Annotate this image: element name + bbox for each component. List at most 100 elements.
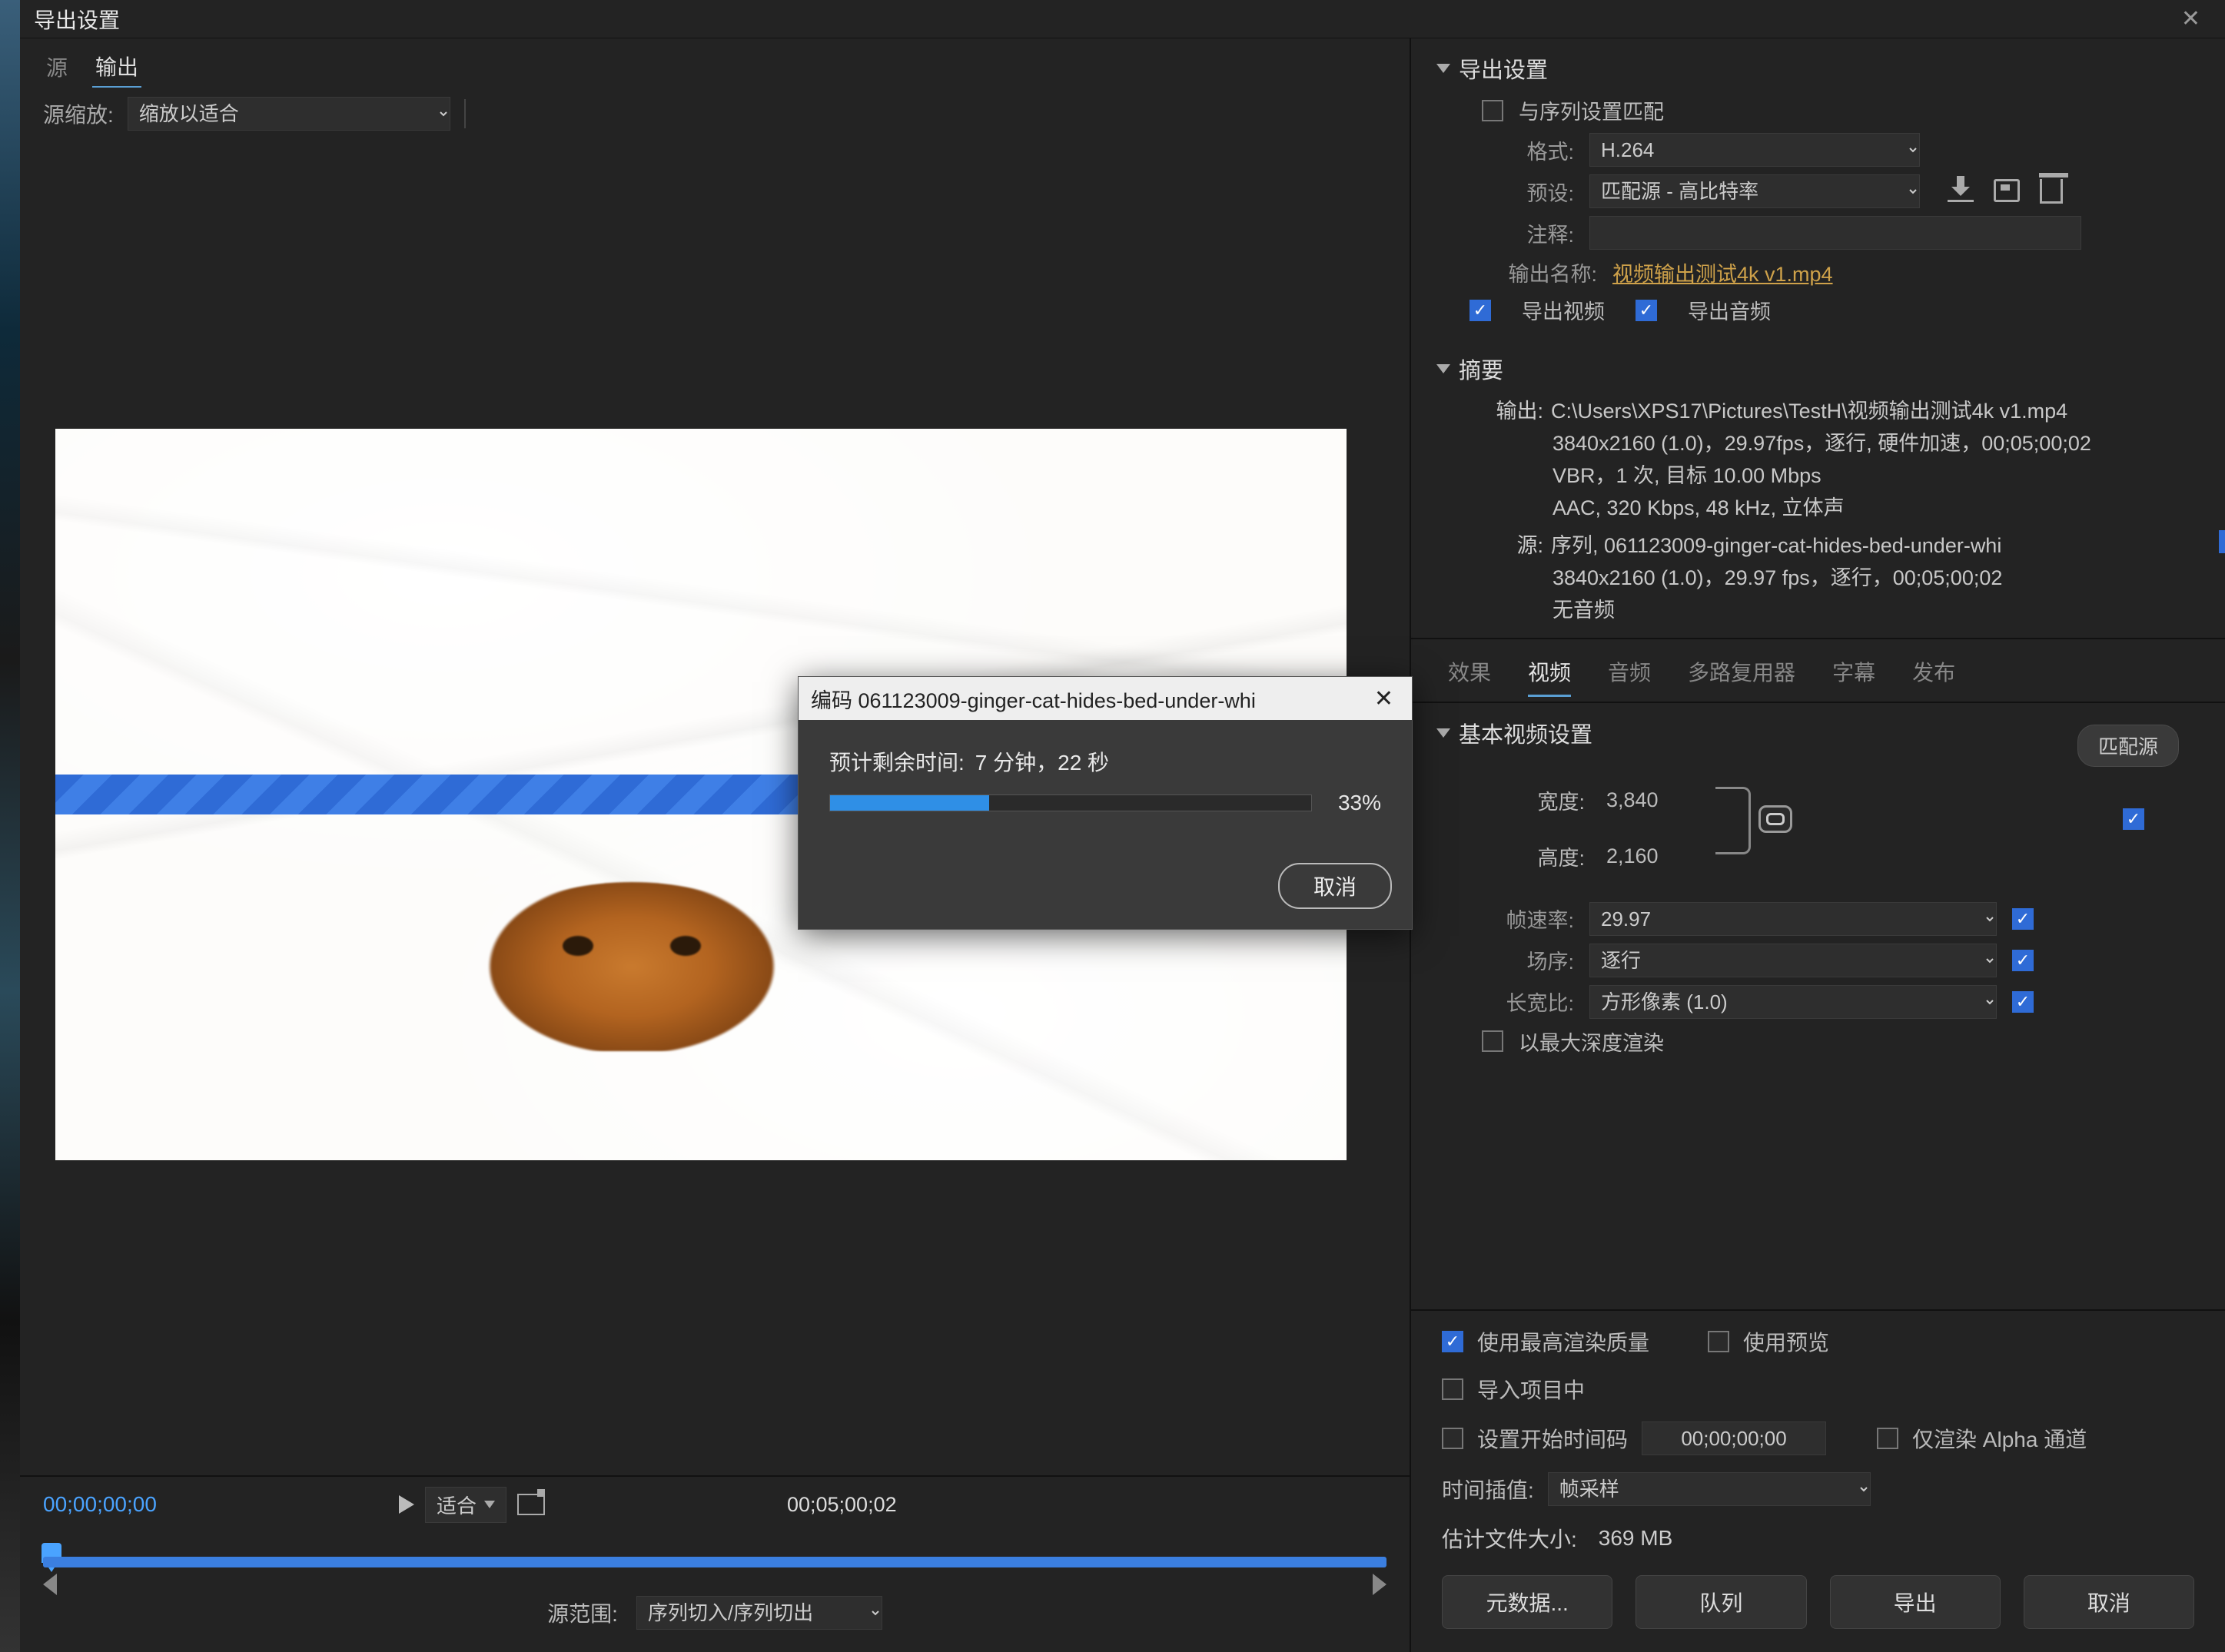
- output-name-label: 输出名称:: [1482, 257, 1597, 287]
- tab-audio[interactable]: 音频: [1608, 656, 1651, 697]
- height-value[interactable]: 2,160: [1606, 844, 1659, 868]
- source-scale-select[interactable]: 缩放以适合: [128, 97, 450, 131]
- scrollbar-thumb[interactable]: [2219, 530, 2225, 553]
- estimate-label: 估计文件大小:: [1442, 1523, 1577, 1554]
- eta-value: 7 分钟，22 秒: [975, 746, 1109, 777]
- preset-label: 预设:: [1482, 177, 1574, 207]
- dimensions-match-checkbox[interactable]: [2123, 808, 2144, 830]
- tab-source[interactable]: 源: [43, 47, 71, 87]
- aspect-match-checkbox[interactable]: [2012, 991, 2034, 1013]
- height-label: 高度:: [1493, 841, 1585, 871]
- fps-label: 帧速率:: [1482, 904, 1574, 934]
- preview-timeline[interactable]: [43, 1535, 1386, 1586]
- output-name-link[interactable]: 视频输出测试4k v1.mp4: [1612, 257, 1833, 287]
- tab-output[interactable]: 输出: [92, 46, 141, 88]
- alpha-only-checkbox[interactable]: [1877, 1428, 1898, 1449]
- dialog-title: 编码 061123009-ginger-cat-hides-bed-under-…: [811, 684, 1256, 714]
- aspect-select[interactable]: 方形像素 (1.0): [1589, 985, 1997, 1019]
- aspect-label: 长宽比:: [1482, 987, 1574, 1017]
- summary-heading: 摘要: [1459, 353, 1503, 385]
- settings-pane: 导出设置 与序列设置匹配 格式: H.264 预设: 匹配源 - 高比特率: [1411, 38, 2225, 1652]
- export-audio-label: 导出音频: [1688, 295, 1771, 325]
- delete-preset-icon[interactable]: [2040, 179, 2063, 204]
- eta-label: 预计剩余时间:: [829, 746, 965, 777]
- out-point-handle[interactable]: [1373, 1574, 1386, 1595]
- set-start-tc-label: 设置开始时间码: [1477, 1423, 1628, 1454]
- comment-label: 注释:: [1482, 218, 1574, 248]
- match-source-button[interactable]: 匹配源: [2077, 725, 2179, 767]
- disclosure-icon[interactable]: [1436, 728, 1450, 738]
- window-title: 导出设置: [34, 4, 120, 35]
- tab-video[interactable]: 视频: [1528, 656, 1571, 697]
- encoding-progress-dialog: 编码 061123009-ginger-cat-hides-bed-under-…: [798, 676, 1413, 930]
- match-sequence-label: 与序列设置匹配: [1519, 95, 1664, 125]
- import-project-checkbox[interactable]: [1442, 1378, 1463, 1400]
- progress-fill: [830, 795, 989, 811]
- source-range-select[interactable]: 序列切入/序列切出: [636, 1596, 882, 1630]
- progress-percent: 33%: [1338, 791, 1381, 815]
- dimension-group: 宽度: 3,840 高度: 2,160: [1493, 785, 2197, 871]
- queue-button[interactable]: 队列: [1636, 1575, 1806, 1629]
- dialog-cancel-button[interactable]: 取消: [1278, 863, 1392, 909]
- tab-mux[interactable]: 多路复用器: [1688, 656, 1795, 697]
- format-select[interactable]: H.264: [1589, 133, 1920, 167]
- alpha-only-label: 仅渲染 Alpha 通道: [1912, 1423, 2087, 1454]
- dialog-close-button[interactable]: ✕: [1368, 685, 1400, 712]
- cat-in-frame: [470, 882, 793, 1051]
- preview-tabs: 源 输出: [20, 38, 1410, 97]
- fps-match-checkbox[interactable]: [2012, 908, 2034, 930]
- width-value[interactable]: 3,840: [1606, 788, 1659, 812]
- timecode-current[interactable]: 00;00;00;00: [43, 1492, 157, 1517]
- time-interp-select[interactable]: 帧采样: [1548, 1472, 1871, 1506]
- max-quality-checkbox[interactable]: [1442, 1331, 1463, 1352]
- export-settings-heading: 导出设置: [1459, 52, 1548, 85]
- field-order-select[interactable]: 逐行: [1589, 944, 1997, 977]
- basic-video-heading: 基本视频设置: [1459, 717, 1592, 749]
- disclosure-icon[interactable]: [1436, 64, 1450, 73]
- disclosure-icon[interactable]: [1436, 364, 1450, 373]
- transport-bar: 00;00;00;00 适合 00;05;00;02: [20, 1475, 1410, 1652]
- in-point-handle[interactable]: [43, 1574, 57, 1595]
- max-quality-label: 使用最高渲染质量: [1477, 1326, 1649, 1357]
- fit-select[interactable]: 适合: [425, 1487, 506, 1523]
- comment-input[interactable]: [1589, 216, 2081, 250]
- field-order-label: 场序:: [1482, 945, 1574, 975]
- save-preset-icon[interactable]: [1994, 179, 2020, 202]
- tab-effects[interactable]: 效果: [1448, 656, 1491, 697]
- summary-block: 输出:C:\Users\XPS17\Pictures\TestH\视频输出测试4…: [1482, 396, 2197, 627]
- tab-captions[interactable]: 字幕: [1832, 656, 1875, 697]
- import-project-label: 导入项目中: [1477, 1374, 1585, 1405]
- link-bracket-icon: [1715, 787, 1751, 854]
- metadata-button[interactable]: 元数据...: [1442, 1575, 1612, 1629]
- fps-select[interactable]: 29.97: [1589, 902, 1997, 936]
- source-range-label: 源范围:: [547, 1597, 618, 1628]
- use-preview-checkbox[interactable]: [1708, 1331, 1729, 1352]
- aspect-correction-icon[interactable]: [517, 1494, 545, 1515]
- set-start-tc-checkbox[interactable]: [1442, 1428, 1463, 1449]
- progress-bar: [829, 794, 1312, 811]
- source-scale-label: 源缩放:: [43, 98, 114, 129]
- width-label: 宽度:: [1493, 785, 1585, 815]
- settings-tabs: 效果 视频 音频 多路复用器 字幕 发布: [1411, 638, 2225, 703]
- start-tc-input[interactable]: [1642, 1421, 1826, 1455]
- use-preview-label: 使用预览: [1743, 1326, 1829, 1357]
- export-video-checkbox[interactable]: [1469, 300, 1491, 321]
- estimate-value: 369 MB: [1599, 1526, 1673, 1551]
- timecode-duration: 00;05;00;02: [787, 1493, 1386, 1517]
- play-icon[interactable]: [399, 1495, 414, 1514]
- tab-publish[interactable]: 发布: [1912, 656, 1955, 697]
- match-sequence-checkbox[interactable]: [1482, 100, 1503, 121]
- dialog-titlebar: 编码 061123009-ginger-cat-hides-bed-under-…: [799, 677, 1412, 720]
- window-close-button[interactable]: ✕: [2170, 1, 2211, 37]
- import-preset-icon[interactable]: [1948, 179, 1974, 202]
- link-dimensions-button[interactable]: [1758, 805, 1792, 833]
- preset-select[interactable]: 匹配源 - 高比特率: [1589, 174, 1920, 208]
- export-video-label: 导出视频: [1522, 295, 1605, 325]
- export-audio-checkbox[interactable]: [1636, 300, 1657, 321]
- max-depth-label: 以最大深度渲染: [1519, 1027, 1664, 1057]
- field-match-checkbox[interactable]: [2012, 950, 2034, 971]
- bottom-options: 使用最高渲染质量 使用预览 导入项目中 设置开始时间码 仅渲染 Alpha 通道: [1411, 1309, 2225, 1561]
- max-depth-checkbox[interactable]: [1482, 1030, 1503, 1052]
- cancel-button[interactable]: 取消: [2024, 1575, 2194, 1629]
- export-button[interactable]: 导出: [1830, 1575, 2001, 1629]
